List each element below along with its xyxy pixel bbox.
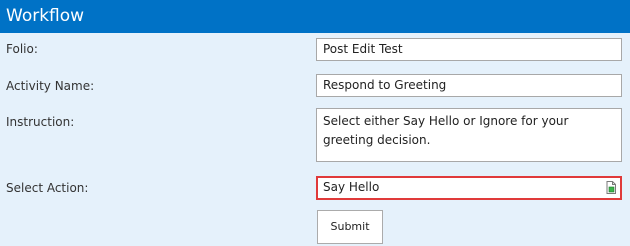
folio-label: Folio: xyxy=(6,42,38,56)
activity-name-label: Activity Name: xyxy=(6,79,95,93)
folio-field[interactable]: Post Edit Test xyxy=(316,38,622,61)
instruction-label: Instruction: xyxy=(6,115,75,129)
activity-name-field[interactable]: Respond to Greeting xyxy=(316,74,622,97)
page-title: Workflow xyxy=(6,6,85,26)
select-action-field[interactable]: Say Hello xyxy=(316,176,622,200)
instruction-field[interactable]: Select either Say Hello or Ignore for yo… xyxy=(316,108,622,162)
select-action-value: Say Hello xyxy=(323,180,380,194)
dropdown-document-icon[interactable] xyxy=(606,181,616,194)
workflow-header: Workflow xyxy=(0,0,630,33)
select-action-label: Select Action: xyxy=(6,181,89,195)
submit-button[interactable]: Submit xyxy=(317,210,383,244)
